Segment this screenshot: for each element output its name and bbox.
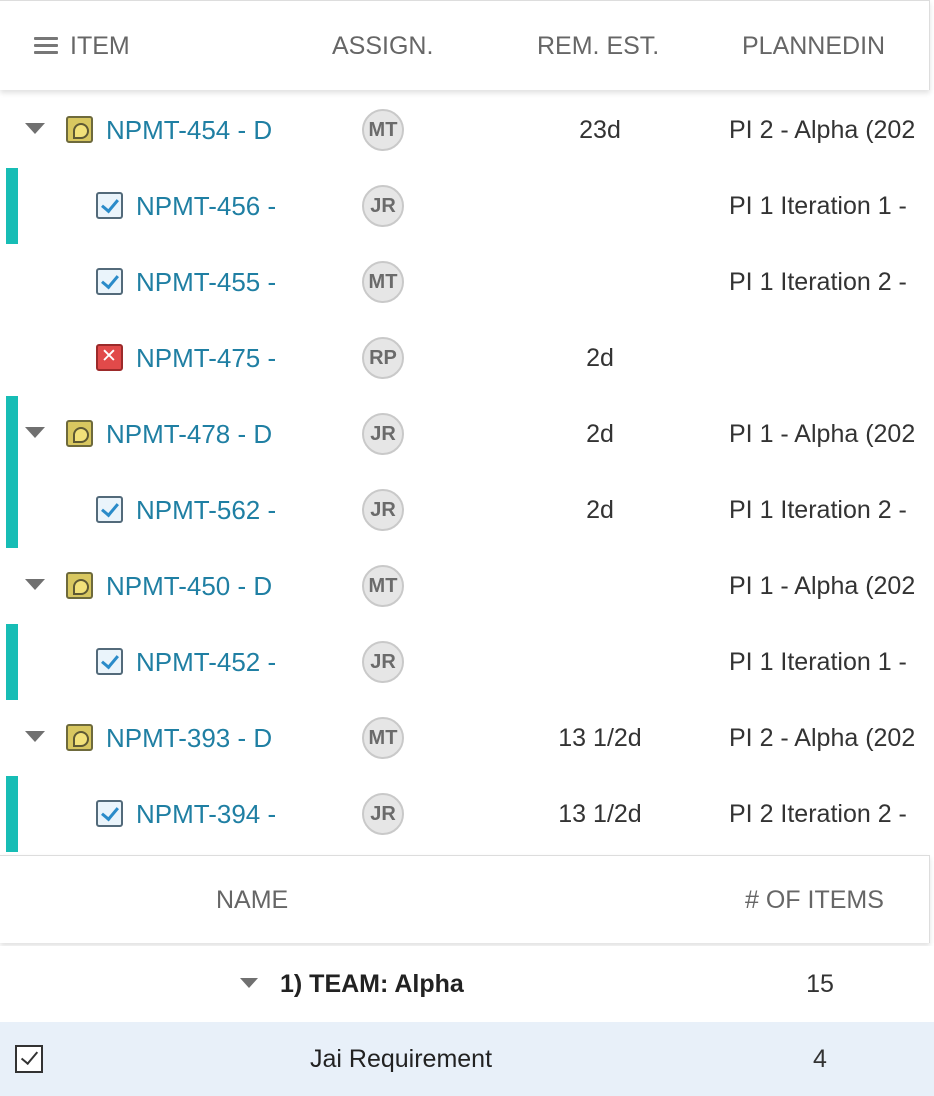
assignee-avatar[interactable]: RP <box>362 337 404 379</box>
planned-in: PI 1 Iteration 2 - <box>729 268 907 296</box>
expand-caret-icon[interactable] <box>240 978 258 988</box>
remaining-estimate: 13 1/2d <box>558 724 642 752</box>
item-link[interactable]: NPMT-475 - <box>136 320 280 396</box>
selected-summary-row[interactable]: Jai Requirement 4 <box>0 1022 934 1096</box>
column-header-item-count[interactable]: # OF ITEMS <box>745 856 884 944</box>
item-link[interactable]: NPMT-452 - <box>136 624 280 700</box>
expand-caret-icon[interactable] <box>25 427 45 438</box>
planned-in: PI 1 - Alpha (202 <box>729 420 916 448</box>
column-header-name[interactable]: NAME <box>216 856 288 944</box>
assignee-avatar[interactable]: JR <box>362 413 404 455</box>
hamburger-menu-icon[interactable] <box>34 37 58 55</box>
column-header-item[interactable]: ITEM <box>70 1 130 91</box>
item-link[interactable]: NPMT-562 - <box>136 472 280 548</box>
epic-icon <box>66 420 93 447</box>
epic-icon <box>66 572 93 599</box>
assignee-avatar[interactable]: JR <box>362 489 404 531</box>
item-link[interactable]: NPMT-456 - <box>136 168 280 244</box>
planned-in: PI 2 - Alpha (202 <box>729 116 916 144</box>
item-link[interactable]: NPMT-394 - <box>136 776 280 852</box>
story-icon <box>96 496 123 523</box>
table-row[interactable]: NPMT-394 - JR 13 1/2d PI 2 Iteration 2 - <box>0 776 934 852</box>
remaining-estimate: 2d <box>586 420 614 448</box>
planned-in: PI 1 Iteration 2 - <box>729 496 907 524</box>
story-icon <box>96 648 123 675</box>
remaining-estimate <box>520 548 680 624</box>
expand-caret-icon[interactable] <box>25 579 45 590</box>
epic-icon <box>66 116 93 143</box>
column-header-assignee[interactable]: ASSIGN. <box>332 1 433 91</box>
assignee-avatar[interactable]: JR <box>362 641 404 683</box>
table-row[interactable]: NPMT-450 - D MT PI 1 - Alpha (202 <box>0 548 934 624</box>
remaining-estimate <box>520 624 680 700</box>
planned-in: PI 1 Iteration 1 - <box>729 648 907 676</box>
item-link[interactable]: NPMT-478 - D <box>106 396 280 472</box>
remaining-estimate: 2d <box>586 496 614 524</box>
epic-icon <box>66 724 93 751</box>
assignee-avatar[interactable]: MT <box>362 717 404 759</box>
item-link[interactable]: NPMT-393 - D <box>106 700 280 776</box>
group-count: 15 <box>806 970 834 998</box>
remaining-estimate: 23d <box>579 116 621 144</box>
remaining-estimate: 13 1/2d <box>558 800 642 828</box>
summary-row-count: 4 <box>813 1045 827 1073</box>
story-icon <box>96 268 123 295</box>
assignee-avatar[interactable]: MT <box>362 565 404 607</box>
assignee-avatar[interactable]: MT <box>362 261 404 303</box>
table-row[interactable]: NPMT-456 - JR PI 1 Iteration 1 - <box>0 168 934 244</box>
summary-row-label: Jai Requirement <box>310 1045 493 1073</box>
assignee-avatar[interactable]: JR <box>362 793 404 835</box>
planned-in: PI 2 - Alpha (202 <box>729 724 916 752</box>
column-header-remaining-estimate[interactable]: REM. EST. <box>537 1 659 91</box>
remaining-estimate: 2d <box>586 344 614 372</box>
item-link[interactable]: NPMT-455 - <box>136 244 280 320</box>
table-row[interactable]: NPMT-475 - RP 2d <box>0 320 934 396</box>
remaining-estimate <box>520 244 680 320</box>
table-row[interactable]: NPMT-452 - JR PI 1 Iteration 1 - <box>0 624 934 700</box>
item-link[interactable]: NPMT-450 - D <box>106 548 280 624</box>
row-color-band <box>6 624 18 700</box>
row-color-band <box>6 396 18 472</box>
planned-in: PI 2 Iteration 2 - <box>729 800 907 828</box>
row-color-band <box>6 472 18 548</box>
table-row[interactable]: NPMT-454 - D MT 23d PI 2 - Alpha (202 <box>0 92 934 168</box>
planned-in <box>729 320 934 396</box>
group-row[interactable]: 1) TEAM: Alpha 15 <box>0 946 934 1022</box>
group-label: 1) TEAM: Alpha <box>280 970 464 998</box>
expand-caret-icon[interactable] <box>25 123 45 134</box>
defect-icon <box>96 344 123 371</box>
table-row[interactable]: NPMT-393 - D MT 13 1/2d PI 2 - Alpha (202 <box>0 700 934 776</box>
summary-header: NAME # OF ITEMS <box>0 855 930 943</box>
remaining-estimate <box>520 168 680 244</box>
assignee-avatar[interactable]: MT <box>362 109 404 151</box>
item-link[interactable]: NPMT-454 - D <box>106 92 280 168</box>
column-header-planned-in[interactable]: PLANNEDIN <box>742 1 885 91</box>
grid-header: ITEM ASSIGN. REM. EST. PLANNEDIN <box>0 0 930 90</box>
assignee-avatar[interactable]: JR <box>362 185 404 227</box>
table-row[interactable]: NPMT-455 - MT PI 1 Iteration 2 - <box>0 244 934 320</box>
row-color-band <box>6 168 18 244</box>
row-color-band <box>6 776 18 852</box>
story-icon <box>96 192 123 219</box>
expand-caret-icon[interactable] <box>25 731 45 742</box>
story-icon <box>96 800 123 827</box>
planned-in: PI 1 Iteration 1 - <box>729 192 907 220</box>
planned-in: PI 1 - Alpha (202 <box>729 572 916 600</box>
table-row[interactable]: NPMT-478 - D JR 2d PI 1 - Alpha (202 <box>0 396 934 472</box>
table-row[interactable]: NPMT-562 - JR 2d PI 1 Iteration 2 - <box>0 472 934 548</box>
row-checkbox[interactable] <box>15 1045 43 1073</box>
